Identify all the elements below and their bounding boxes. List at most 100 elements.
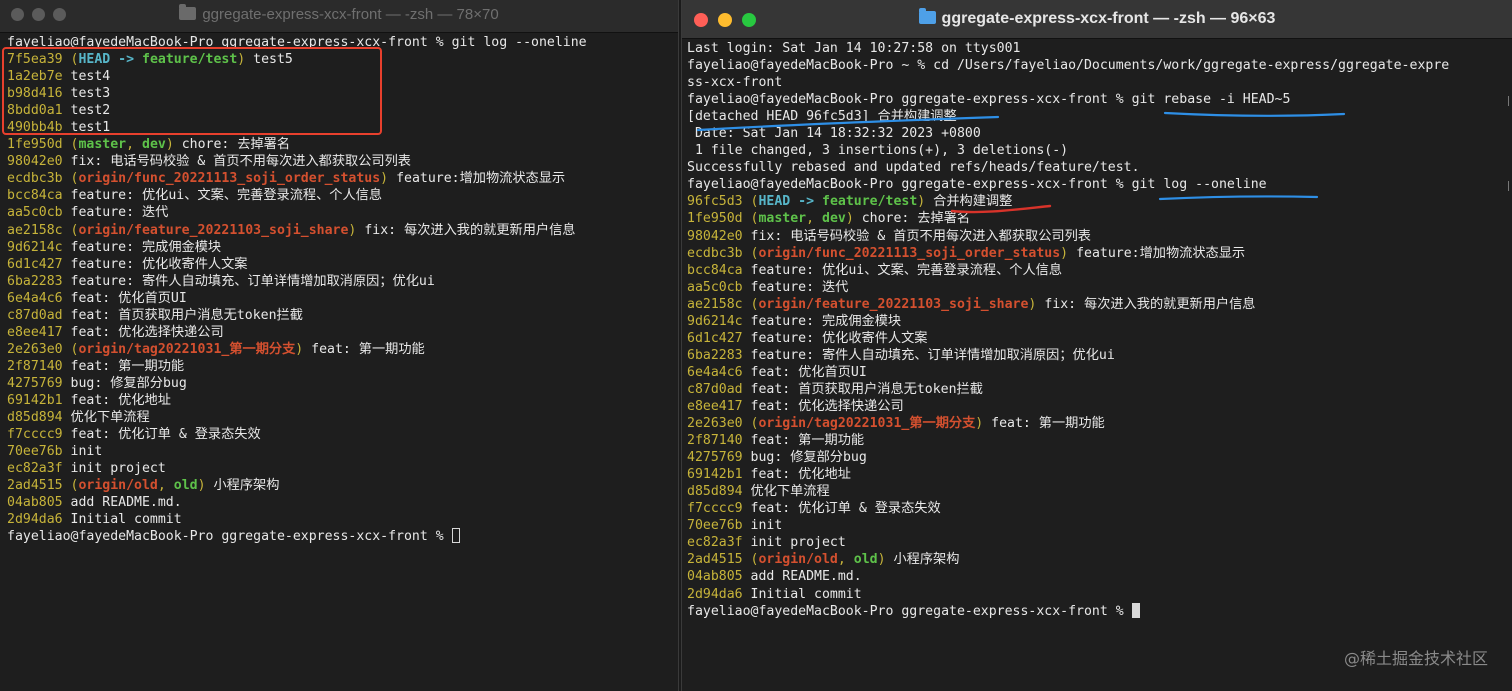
text-cursor[interactable] bbox=[1131, 602, 1140, 618]
commit-hash: 1fe950d bbox=[687, 211, 743, 227]
line-text: bug: 修复部分bug bbox=[742, 450, 867, 466]
commit-hash: d85d894 bbox=[7, 410, 63, 426]
line-text: feature: 迭代 bbox=[742, 279, 849, 295]
commit-hash: 69142b1 bbox=[687, 467, 743, 483]
line-text: feat: 第一期功能 bbox=[62, 358, 185, 374]
branch-ref: master bbox=[78, 137, 127, 153]
ref-punct: ) bbox=[380, 171, 389, 187]
commit-hash: 04ab805 bbox=[687, 569, 743, 585]
commit-hash: 2f87140 bbox=[687, 433, 743, 449]
line-text: [detached HEAD 96fc5d3] 合并构建调整 bbox=[687, 109, 957, 125]
commit-hash: 04ab805 bbox=[7, 495, 63, 511]
terminal-line: aa5c0cb feature: 迭代 bbox=[7, 204, 674, 221]
line-text: feature: 寄件人自动填充、订单详情增加取消原因；优化ui bbox=[742, 347, 1115, 363]
ref-punct: ( bbox=[62, 478, 79, 494]
line-text: Last login: Sat Jan 14 10:27:58 on ttys0… bbox=[687, 41, 1021, 56]
line-text: feat: 优化订单 & 登录态失效 bbox=[742, 501, 941, 517]
folder-icon bbox=[179, 4, 197, 20]
ref-punct: ) bbox=[845, 211, 854, 227]
line-text: feat: 优化订单 & 登录态失效 bbox=[62, 427, 261, 443]
terminal-line: ae2158c (origin/feature_20221103_soji_sh… bbox=[687, 296, 1508, 313]
line-text: fix: 电话号码校验 & 首页不用每次进入都获取公司列表 bbox=[62, 154, 411, 170]
branch-ref: dev bbox=[822, 211, 846, 227]
line-text: fix: 每次进入我的就更新用户信息 bbox=[1036, 296, 1256, 312]
line-text: fayeliao@fayedeMacBook-Pro ggregate-expr… bbox=[687, 92, 1291, 108]
terminal-line: fayeliao@fayedeMacBook-Pro ggregate-expr… bbox=[687, 176, 1508, 193]
commit-hash: 9d6214c bbox=[687, 313, 743, 329]
watermark: @稀土掘金技术社区 bbox=[1343, 649, 1488, 668]
terminal-line: Date: Sat Jan 14 18:32:32 2023 +0800 bbox=[687, 125, 1508, 142]
scroll-marker bbox=[1508, 96, 1509, 106]
line-text: fix: 电话号码校验 & 首页不用每次进入都获取公司列表 bbox=[742, 228, 1091, 244]
commit-hash: c87d0ad bbox=[7, 307, 63, 323]
terminal-line: aa5c0cb feature: 迭代 bbox=[687, 279, 1508, 296]
terminal-line: c87d0ad feat: 首页获取用户消息无token拦截 bbox=[7, 307, 674, 324]
line-text: feature: 优化收寄件人文案 bbox=[62, 256, 248, 272]
ref-punct: ( bbox=[62, 222, 79, 238]
line-text: add README.md. bbox=[62, 495, 182, 511]
line-text: feature: 迭代 bbox=[62, 205, 169, 221]
terminal-line: 70ee76b init bbox=[7, 443, 674, 460]
terminal-line: ec82a3f init project bbox=[7, 460, 674, 477]
terminal-line: fayeliao@fayedeMacBook-Pro ggregate-expr… bbox=[687, 91, 1508, 108]
line-text: chore: 去掉署名 bbox=[853, 211, 971, 227]
terminal-line: fayeliao@fayedeMacBook-Pro ~ % cd /Users… bbox=[687, 57, 1508, 74]
commit-hash: 70ee76b bbox=[687, 518, 743, 534]
terminal-line: d85d894 优化下单流程 bbox=[7, 409, 674, 426]
terminal-line: 6ba2283 feature: 寄件人自动填充、订单详情增加取消原因；优化ui bbox=[687, 347, 1508, 364]
ref-punct: ) bbox=[1060, 245, 1069, 261]
ref-punct: ( bbox=[742, 194, 759, 210]
terminal-line: ecdbc3b (origin/func_20221113_soji_order… bbox=[687, 245, 1508, 262]
commit-hash: 2f87140 bbox=[7, 358, 63, 374]
terminal-line: 96fc5d3 (HEAD -> feature/test) 合并构建调整 bbox=[687, 193, 1508, 210]
terminal-line: 2e263e0 (origin/tag20221031_第一期分支) feat:… bbox=[7, 341, 674, 358]
commit-hash: 2e263e0 bbox=[687, 416, 743, 432]
line-text: 小程序架构 bbox=[205, 478, 280, 494]
line-text: init bbox=[742, 518, 783, 534]
line-text: Date: Sat Jan 14 18:32:32 2023 +0800 bbox=[687, 126, 981, 142]
line-text: fayeliao@fayedeMacBook-Pro ggregate-expr… bbox=[687, 603, 1132, 619]
line-text: init bbox=[62, 444, 103, 460]
commit-hash: 4275769 bbox=[7, 375, 63, 391]
commit-hash: aa5c0cb bbox=[687, 279, 743, 295]
ref-punct: ( bbox=[742, 552, 759, 568]
commit-hash: 2d94da6 bbox=[687, 586, 743, 602]
line-text: init project bbox=[742, 535, 846, 551]
terminal-line: 6d1c427 feature: 优化收寄件人文案 bbox=[7, 256, 674, 273]
terminal-line: 2d94da6 Initial commit bbox=[687, 586, 1508, 603]
remote-ref: origin/func_20221113_soji_order_status bbox=[78, 171, 381, 187]
line-text: feat: 首页获取用户消息无token拦截 bbox=[62, 307, 303, 323]
line-text: feat: 第一期功能 bbox=[742, 433, 865, 449]
line-text: chore: 去掉署名 bbox=[173, 137, 291, 153]
commit-hash: f7cccc9 bbox=[7, 427, 63, 443]
line-text: 优化下单流程 bbox=[742, 484, 830, 500]
line-text: 合并构建调整 bbox=[925, 194, 1013, 210]
terminal-line: ae2158c (origin/feature_20221103_soji_sh… bbox=[7, 222, 674, 239]
terminal-line: [detached HEAD 96fc5d3] 合并构建调整 bbox=[687, 108, 1508, 125]
commit-hash: 6e4a4c6 bbox=[687, 364, 743, 380]
line-text: feat: 优化首页UI bbox=[742, 364, 867, 380]
line-text: init project bbox=[62, 461, 166, 477]
commit-hash: 2d94da6 bbox=[7, 512, 63, 528]
left-titlebar[interactable]: ggregate-express-xcx-front — -zsh — 78×7… bbox=[0, 0, 678, 33]
line-text: add README.md. bbox=[742, 569, 862, 585]
terminal-line: 2f87140 feat: 第一期功能 bbox=[7, 358, 674, 375]
terminal-line: e8ee417 feat: 优化选择快递公司 bbox=[687, 398, 1508, 415]
commit-hash: 70ee76b bbox=[7, 444, 63, 460]
right-terminal-output[interactable]: Last login: Sat Jan 14 10:27:58 on ttys0… bbox=[687, 40, 1508, 620]
text-cursor[interactable] bbox=[451, 528, 460, 544]
remote-ref: origin/func_20221113_soji_order_status bbox=[758, 245, 1061, 261]
terminal-line: 98042e0 fix: 电话号码校验 & 首页不用每次进入都获取公司列表 bbox=[687, 228, 1508, 245]
commit-hash: ec82a3f bbox=[687, 535, 743, 551]
branch-ref: feature/test bbox=[822, 194, 918, 210]
terminal-line: 2ad4515 (origin/old, old) 小程序架构 bbox=[7, 477, 674, 494]
terminal-line: d85d894 优化下单流程 bbox=[687, 483, 1508, 500]
branch-ref: master bbox=[758, 211, 807, 227]
commit-hash: 69142b1 bbox=[7, 392, 63, 408]
line-text: feature:增加物流状态显示 bbox=[1068, 245, 1246, 261]
commit-hash: 6ba2283 bbox=[687, 347, 743, 363]
ref-punct: ( bbox=[62, 341, 79, 357]
commit-hash: 2ad4515 bbox=[687, 552, 743, 568]
ref-punct: , bbox=[806, 211, 822, 227]
right-titlebar[interactable]: ggregate-express-xcx-front — -zsh — 96×6… bbox=[682, 0, 1512, 39]
